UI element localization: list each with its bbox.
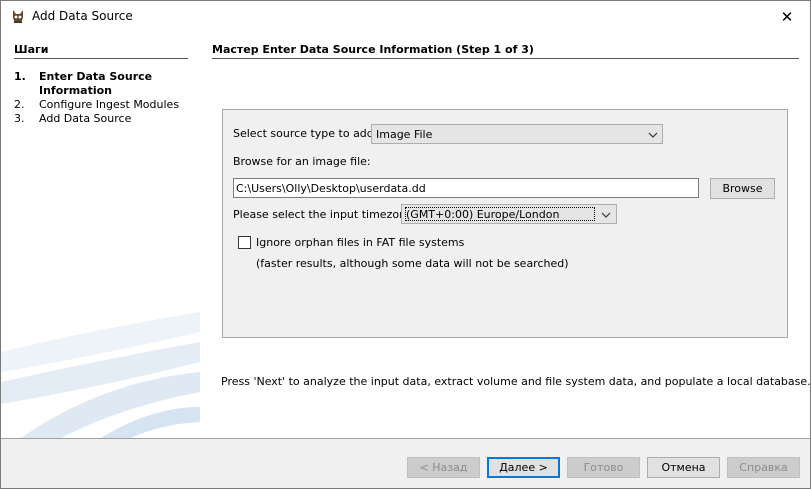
ignore-orphan-note: (faster results, although some data will… bbox=[256, 257, 569, 270]
main-divider bbox=[212, 58, 799, 59]
step-label: Configure Ingest Modules bbox=[39, 98, 180, 111]
button-bar: < Назад Далее > Готово Отмена Справка bbox=[1, 439, 810, 488]
source-options-group: Select source type to add: Image File Br… bbox=[222, 109, 788, 338]
app-icon bbox=[13, 10, 23, 23]
step-label: Add Data Source bbox=[39, 112, 132, 125]
browse-button[interactable]: Browse bbox=[710, 178, 775, 199]
next-button[interactable]: Далее > bbox=[487, 457, 560, 478]
window-title: Add Data Source bbox=[32, 9, 133, 23]
browse-label: Browse for an image file: bbox=[233, 155, 371, 168]
chevron-down-icon bbox=[648, 132, 658, 138]
image-path-value: C:\Users\Olly\Desktop\userdata.dd bbox=[236, 182, 426, 195]
step-label: Enter Data Source bbox=[39, 70, 153, 83]
timezone-value: (GMT+0:00) Europe/London bbox=[406, 208, 560, 221]
wizard-step-title: Мастер Enter Data Source Information (St… bbox=[212, 43, 534, 56]
finish-button[interactable]: Готово bbox=[567, 457, 640, 478]
source-type-dropdown[interactable]: Image File bbox=[371, 124, 663, 144]
ignore-orphan-label[interactable]: Ignore orphan files in FAT file systems bbox=[256, 236, 464, 249]
steps-divider bbox=[14, 58, 188, 59]
ignore-orphan-checkbox[interactable] bbox=[238, 236, 251, 249]
title-bar: Add Data Source ✕ bbox=[1, 1, 810, 32]
steps-header: Шаги bbox=[14, 43, 49, 56]
decorative-swirl bbox=[1, 312, 200, 438]
add-data-source-window: Add Data Source ✕ Шаги 1. Enter Data Sou… bbox=[0, 0, 811, 489]
chevron-down-icon bbox=[601, 212, 611, 218]
cancel-button[interactable]: Отмена bbox=[647, 457, 720, 478]
back-button[interactable]: < Назад bbox=[407, 457, 480, 478]
source-type-value: Image File bbox=[376, 128, 433, 141]
steps-panel: Шаги 1. Enter Data Source Information 2.… bbox=[1, 32, 200, 438]
help-button[interactable]: Справка bbox=[727, 457, 800, 478]
close-icon[interactable]: ✕ bbox=[764, 1, 810, 32]
timezone-label: Please select the input timezone: bbox=[233, 208, 417, 221]
step-number: 2. bbox=[14, 98, 25, 111]
image-path-input[interactable]: C:\Users\Olly\Desktop\userdata.dd bbox=[233, 178, 699, 198]
source-type-label: Select source type to add: bbox=[233, 127, 378, 140]
next-instruction-text: Press 'Next' to analyze the input data, … bbox=[221, 375, 811, 388]
timezone-dropdown[interactable]: (GMT+0:00) Europe/London bbox=[401, 204, 617, 224]
step-number: 3. bbox=[14, 112, 25, 125]
step-number: 1. bbox=[14, 70, 26, 83]
wizard-content: Шаги 1. Enter Data Source Information 2.… bbox=[1, 32, 811, 438]
step-label-continued: Information bbox=[39, 84, 112, 97]
panel-divider bbox=[200, 32, 201, 438]
